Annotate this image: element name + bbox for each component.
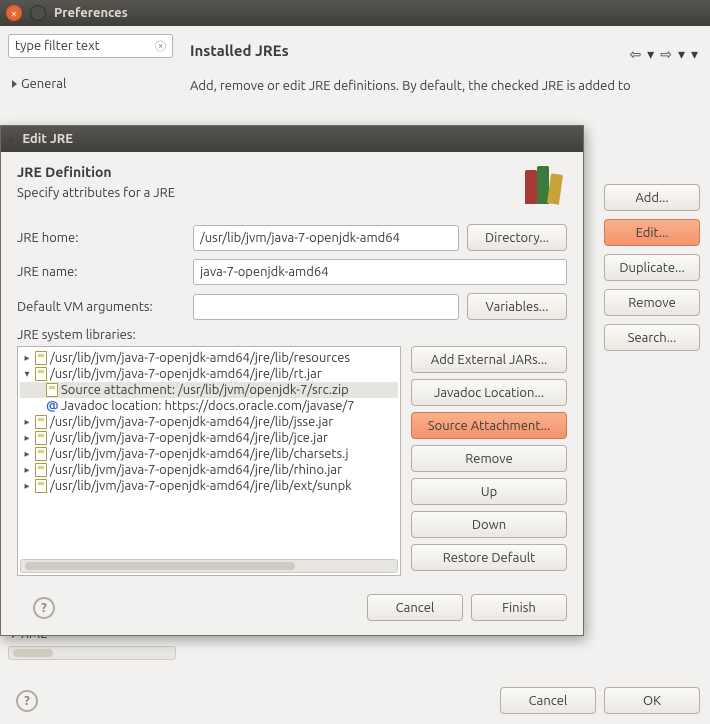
at-icon: @ — [46, 399, 58, 413]
chevron-right-icon — [12, 80, 17, 88]
dialog-titlebar: × Edit JRE — [1, 126, 583, 152]
lib-node[interactable]: ▾/usr/lib/jvm/java-7-openjdk-amd64/jre/l… — [20, 366, 398, 382]
close-icon[interactable]: × — [7, 132, 14, 146]
filter-placeholder: type filter text — [15, 39, 100, 53]
lib-node-text: Javadoc location: https://docs.oracle.co… — [61, 399, 355, 413]
jre-form: JRE home: Directory... JRE name: Default… — [1, 212, 583, 346]
prefs-body: type filter text ⓧ General XML Installed… — [0, 34, 710, 724]
duplicate-button[interactable]: Duplicate... — [604, 254, 700, 281]
jar-icon — [46, 383, 58, 397]
nav-arrows: ⇦▾ ⇨▾ ▾ — [629, 46, 698, 63]
filter-input[interactable]: type filter text ⓧ — [8, 34, 173, 58]
libs-tree[interactable]: ▸/usr/lib/jvm/java-7-openjdk-amd64/jre/l… — [17, 346, 401, 576]
lib-node[interactable]: @Javadoc location: https://docs.oracle.c… — [20, 398, 398, 414]
prefs-right-panel: Installed JREs ⇦▾ ⇨▾ ▾ Add, remove or ed… — [190, 42, 702, 95]
libs-area: ▸/usr/lib/jvm/java-7-openjdk-amd64/jre/l… — [1, 346, 583, 584]
libs-label: JRE system libraries: — [17, 328, 567, 342]
help-icon[interactable]: ? — [16, 690, 38, 712]
up-button[interactable]: Up — [411, 478, 567, 505]
vm-args-label: Default VM arguments: — [17, 300, 185, 314]
dialog-bottom: ? Cancel Finish — [1, 584, 583, 635]
ok-button[interactable]: OK — [604, 687, 700, 714]
lib-node-text: /usr/lib/jvm/java-7-openjdk-amd64/jre/li… — [50, 463, 342, 477]
close-icon[interactable]: × — [6, 5, 22, 21]
jre-name-label: JRE name: — [17, 265, 185, 279]
lib-node-text: /usr/lib/jvm/java-7-openjdk-amd64/jre/li… — [50, 431, 328, 445]
lib-node-text: /usr/lib/jvm/java-7-openjdk-amd64/jre/li… — [50, 447, 349, 461]
down-button[interactable]: Down — [411, 511, 567, 538]
libs-hscroll[interactable] — [20, 559, 398, 573]
page-desc: Add, remove or edit JRE definitions. By … — [190, 77, 702, 95]
jar-icon — [35, 431, 47, 445]
tree-item-general[interactable]: General — [8, 74, 176, 94]
restore-default-button[interactable]: Restore Default — [411, 544, 567, 571]
jar-icon — [35, 351, 47, 365]
dialog-header: JRE Definition Specify attributes for a … — [1, 152, 583, 212]
forward-icon[interactable]: ⇨ — [660, 46, 672, 63]
lib-node[interactable]: ▸/usr/lib/jvm/java-7-openjdk-amd64/jre/l… — [20, 350, 398, 366]
jar-icon — [35, 463, 47, 477]
jar-icon — [35, 415, 47, 429]
tree-hscroll[interactable] — [8, 646, 176, 660]
cancel-button[interactable]: Cancel — [500, 687, 596, 714]
lib-node-text: /usr/lib/jvm/java-7-openjdk-amd64/jre/li… — [50, 351, 350, 365]
javadoc-location-button[interactable]: Javadoc Location... — [411, 379, 567, 406]
jre-side-buttons: Add... Edit... Duplicate... Remove Searc… — [604, 184, 700, 351]
dialog-subheading: Specify attributes for a JRE — [17, 186, 175, 200]
jre-home-label: JRE home: — [17, 231, 185, 245]
add-external-jars-button[interactable]: Add External JARs... — [411, 346, 567, 373]
prefs-titlebar: × Preferences — [0, 0, 710, 26]
search-button[interactable]: Search... — [604, 324, 700, 351]
jre-home-input[interactable] — [193, 225, 459, 251]
menu-icon[interactable]: ▾ — [691, 46, 698, 63]
dialog-heading: JRE Definition — [17, 164, 175, 180]
libs-buttons: Add External JARs... Javadoc Location...… — [411, 346, 567, 576]
directory-button[interactable]: Directory... — [467, 224, 567, 251]
jar-icon — [35, 479, 47, 493]
vm-args-input[interactable] — [193, 294, 459, 320]
source-attachment-button[interactable]: Source Attachment... — [411, 412, 567, 439]
lib-node-text: /usr/lib/jvm/java-7-openjdk-amd64/jre/li… — [50, 415, 333, 429]
variables-button[interactable]: Variables... — [467, 293, 567, 320]
jar-icon — [35, 447, 47, 461]
dialog-cancel-button[interactable]: Cancel — [367, 594, 463, 621]
lib-node[interactable]: ▸/usr/lib/jvm/java-7-openjdk-amd64/jre/l… — [20, 414, 398, 430]
remove-button[interactable]: Remove — [604, 289, 700, 316]
dialog-finish-button[interactable]: Finish — [471, 594, 567, 621]
jre-name-input[interactable] — [193, 259, 567, 285]
lib-node[interactable]: Source attachment: /usr/lib/jvm/openjdk-… — [20, 382, 398, 398]
help-icon[interactable]: ? — [33, 597, 55, 619]
jar-icon — [35, 367, 47, 381]
prefs-bottom-bar: ? Cancel OK — [0, 687, 700, 714]
edit-button[interactable]: Edit... — [604, 219, 700, 246]
back-icon[interactable]: ⇦ — [629, 46, 641, 63]
edit-jre-dialog: × Edit JRE JRE Definition Specify attrib… — [0, 125, 584, 636]
lib-node[interactable]: ▸/usr/lib/jvm/java-7-openjdk-amd64/jre/l… — [20, 462, 398, 478]
lib-remove-button[interactable]: Remove — [411, 445, 567, 472]
books-icon — [519, 164, 567, 204]
lib-node-text: Source attachment: /usr/lib/jvm/openjdk-… — [61, 383, 349, 397]
lib-node-text: /usr/lib/jvm/java-7-openjdk-amd64/jre/li… — [50, 479, 352, 493]
dialog-window-title: Edit JRE — [22, 132, 73, 146]
prefs-window-title: Preferences — [54, 6, 128, 20]
lib-node[interactable]: ▸/usr/lib/jvm/java-7-openjdk-amd64/jre/l… — [20, 478, 398, 494]
lib-node[interactable]: ▸/usr/lib/jvm/java-7-openjdk-amd64/jre/l… — [20, 446, 398, 462]
lib-node-text: /usr/lib/jvm/java-7-openjdk-amd64/jre/li… — [50, 367, 322, 381]
clear-icon[interactable]: ⓧ — [155, 38, 166, 54]
page-title: Installed JREs — [190, 42, 702, 59]
minimize-icon[interactable] — [30, 5, 46, 21]
add-button[interactable]: Add... — [604, 184, 700, 211]
lib-node[interactable]: ▸/usr/lib/jvm/java-7-openjdk-amd64/jre/l… — [20, 430, 398, 446]
